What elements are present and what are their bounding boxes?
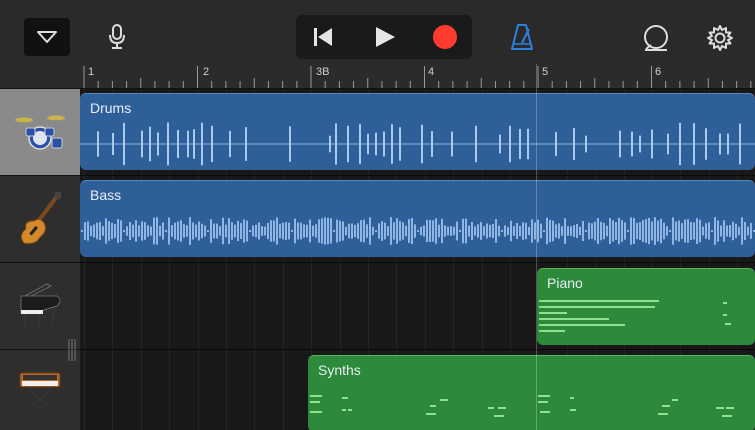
microphone-button[interactable]	[100, 18, 134, 56]
grid-line	[481, 263, 483, 349]
bar-label-5: 5	[542, 66, 549, 78]
microphone-icon	[109, 24, 125, 49]
region-synths[interactable]: Synths	[308, 355, 755, 430]
grid-line	[339, 263, 341, 349]
tracks-area[interactable]: Drums Bass Piano Synths	[80, 89, 755, 430]
timeline-ruler[interactable]: 1 2 3B 4 5 6	[80, 64, 755, 89]
ruler-ticks	[83, 66, 752, 88]
loop-browser-button[interactable]	[636, 18, 676, 58]
drum-kit-icon	[15, 115, 65, 150]
track-view-button[interactable]	[24, 18, 70, 56]
lane-synths: Synths	[80, 350, 755, 430]
grid-line	[112, 350, 114, 430]
bar-5-divider	[536, 64, 537, 430]
track-header-bass[interactable]	[0, 176, 80, 263]
bass-guitar-icon	[20, 192, 61, 244]
region-piano[interactable]: Piano	[537, 268, 755, 345]
track-headers	[0, 89, 80, 430]
grid-line	[169, 263, 171, 349]
piano-midi-notes	[539, 300, 731, 332]
gear-icon	[707, 25, 733, 51]
grid-line	[282, 350, 284, 430]
grid-line	[311, 263, 313, 349]
region-bass[interactable]: Bass	[80, 180, 755, 257]
grid-line	[140, 263, 142, 349]
grid-line	[453, 263, 455, 349]
bar-label-3: 3B	[316, 66, 330, 78]
bar-label-1: 1	[88, 66, 95, 78]
lane-piano: Piano	[80, 263, 755, 350]
grid-line	[226, 350, 227, 430]
grid-line	[282, 263, 284, 349]
grid-line	[254, 263, 256, 349]
metronome-button[interactable]	[500, 18, 544, 56]
grid-line	[84, 350, 85, 430]
track-header-synths[interactable]	[0, 350, 80, 430]
grid-line	[396, 263, 398, 349]
rewind-button[interactable]	[300, 18, 346, 56]
bar-label-6: 6	[655, 66, 662, 78]
grid-line	[197, 350, 199, 430]
record-icon	[433, 25, 457, 49]
record-button[interactable]	[422, 18, 468, 56]
settings-button[interactable]	[700, 18, 740, 58]
metronome-icon	[511, 24, 533, 50]
synth-keyboard-icon	[19, 372, 61, 412]
skip-back-icon	[314, 28, 332, 46]
toolbar	[0, 0, 755, 64]
grid-line	[424, 263, 426, 349]
header-resize-handle[interactable]	[67, 339, 77, 361]
track-header-piano[interactable]	[0, 263, 80, 350]
drums-waveform	[80, 122, 755, 166]
lane-bass: Bass	[80, 176, 755, 263]
grid-line	[254, 350, 256, 430]
track-header-drums[interactable]	[0, 89, 80, 176]
grand-piano-icon	[20, 283, 61, 328]
loop-browser-icon	[644, 25, 668, 51]
grid-line	[112, 263, 114, 349]
lane-drums: Drums	[80, 89, 755, 176]
ruler-corner	[0, 64, 80, 89]
grid-line	[226, 263, 227, 349]
grid-line	[169, 350, 171, 430]
grid-line	[197, 263, 199, 349]
bar-label-4: 4	[428, 66, 435, 78]
garageband-window: 1 2 3B 4 5 6 Drums Bass Piano Synths	[0, 0, 755, 430]
triangle-down-icon	[37, 31, 57, 43]
grip-icon	[68, 339, 76, 361]
region-drums[interactable]: Drums	[80, 93, 755, 170]
play-button[interactable]	[360, 18, 410, 56]
bass-waveform	[81, 217, 755, 245]
grid-line	[510, 263, 511, 349]
grid-line	[368, 263, 369, 349]
grid-line	[84, 263, 85, 349]
grid-line	[140, 350, 142, 430]
play-icon	[376, 27, 395, 47]
bar-label-2: 2	[203, 66, 210, 78]
synths-midi-notes	[310, 395, 734, 417]
